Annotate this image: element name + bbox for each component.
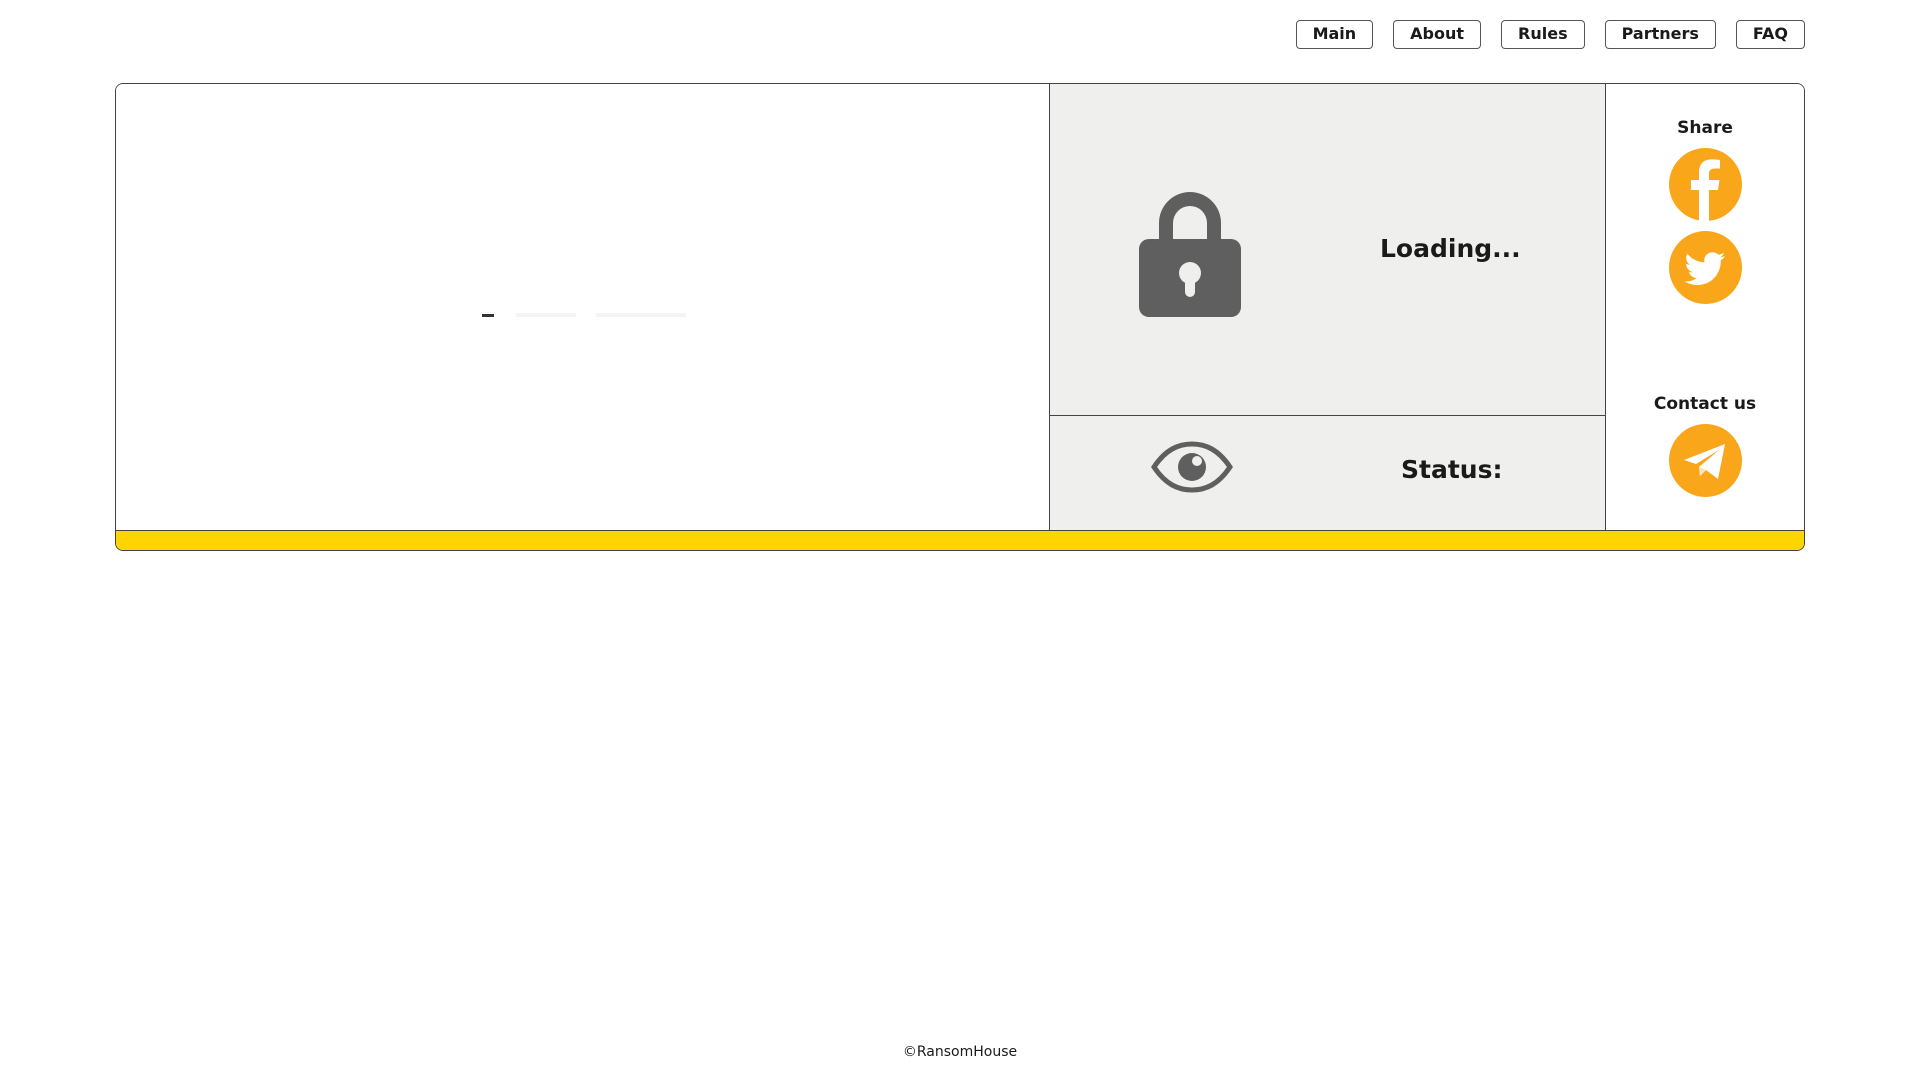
twitter-share-button[interactable] <box>1669 231 1742 304</box>
logo-faint-segment <box>516 313 576 317</box>
social-panel: Share Contact us <box>1606 84 1804 530</box>
share-heading: Share <box>1677 118 1733 138</box>
twitter-icon <box>1684 252 1725 285</box>
loading-text: Loading... <box>1380 234 1521 263</box>
eye-icon <box>1151 441 1233 493</box>
telegram-contact-button[interactable] <box>1669 424 1742 497</box>
loading-section: Loading... <box>1050 84 1605 416</box>
footer-copyright: ©RansomHouse <box>902 1044 1018 1060</box>
logo-faint-segment <box>596 313 686 317</box>
logo-panel <box>116 84 1050 530</box>
telegram-icon <box>1684 444 1725 479</box>
main-card: Loading... Status: Share Contact us <box>115 83 1805 551</box>
status-section: Status: <box>1050 416 1605 530</box>
nav-partners-button[interactable]: Partners <box>1604 20 1716 49</box>
facebook-share-button[interactable] <box>1669 148 1742 221</box>
nav-main-button[interactable]: Main <box>1295 20 1374 49</box>
nav-about-button[interactable]: About <box>1393 20 1482 49</box>
page: Main About Rules Partners FAQ Loading...… <box>0 0 1920 1080</box>
nav-faq-button[interactable]: FAQ <box>1735 20 1805 49</box>
accent-bar <box>116 530 1804 550</box>
facebook-icon <box>1691 159 1720 221</box>
logo-mark <box>482 314 494 317</box>
lock-icon <box>1139 192 1241 317</box>
status-label: Status: <box>1401 455 1503 484</box>
card-content: Loading... Status: Share Contact us <box>116 84 1804 530</box>
nav-rules-button[interactable]: Rules <box>1501 20 1585 49</box>
status-panel: Loading... Status: <box>1050 84 1606 530</box>
top-nav: Main About Rules Partners FAQ <box>1295 20 1805 49</box>
contact-heading: Contact us <box>1653 394 1757 414</box>
